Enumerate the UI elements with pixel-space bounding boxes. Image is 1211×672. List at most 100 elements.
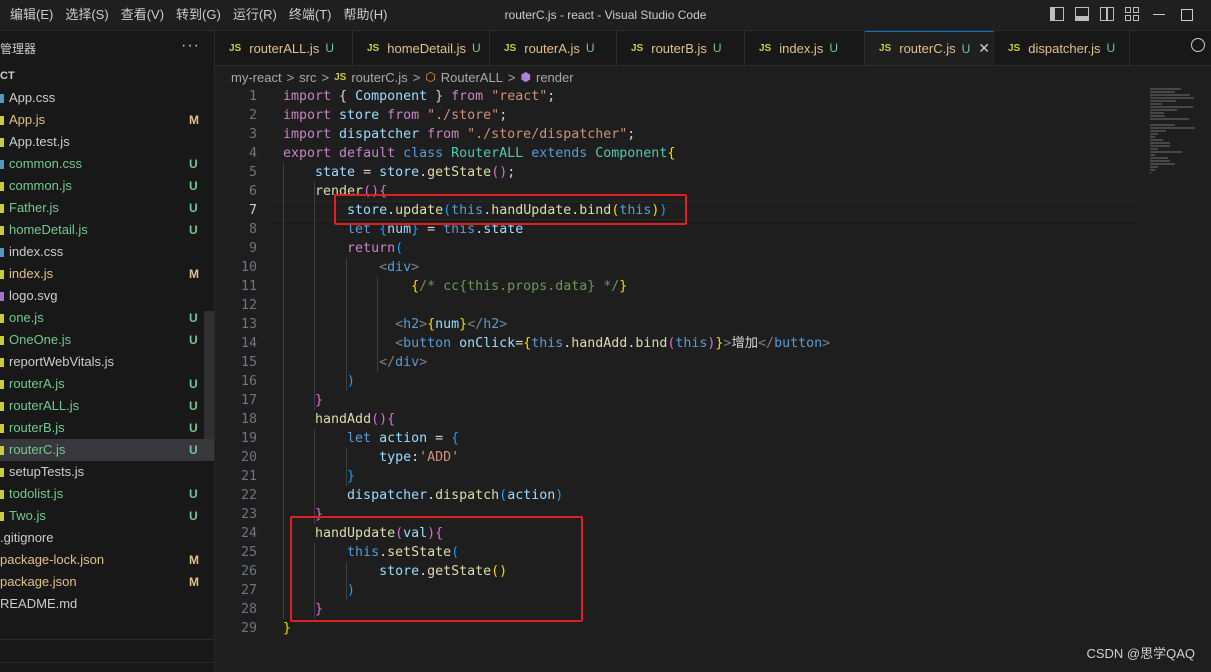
menu-item-3[interactable]: 转到(G) (170, 0, 227, 30)
sidebar-scrollbar[interactable] (204, 311, 214, 461)
toggle-panel-icon[interactable] (1075, 7, 1089, 21)
file-item[interactable]: homeDetail.js U (0, 219, 214, 241)
file-item[interactable]: App.css (0, 87, 214, 109)
file-item[interactable]: Two.js U (0, 505, 214, 527)
file-item[interactable]: App.test.js (0, 131, 214, 153)
indent-guide (346, 448, 347, 486)
tab-routerC-js[interactable]: JS routerC.js U ✕ (865, 31, 994, 65)
file-name: homeDetail.js (9, 222, 88, 237)
file-item[interactable]: routerALL.js U (0, 395, 214, 417)
js-file-icon (0, 138, 4, 147)
line-number: 14 (240, 336, 257, 351)
file-name: logo.svg (9, 288, 58, 303)
file-item[interactable]: index.js M (0, 263, 214, 285)
tab-dispatcher-js[interactable]: JS dispatcher.js U (994, 31, 1131, 65)
tab-homeDetail-js[interactable]: JS homeDetail.js U (353, 31, 490, 65)
file-item[interactable]: index.css (0, 241, 214, 263)
project-folder-label[interactable]: CT (0, 65, 214, 87)
js-file-icon (0, 226, 4, 235)
file-item[interactable]: routerC.js U (0, 439, 214, 461)
compare-changes-icon[interactable] (1191, 38, 1205, 52)
file-item[interactable]: todolist.js U (0, 483, 214, 505)
annotation-box-update-call (334, 194, 687, 225)
breadcrumb-item[interactable]: src (299, 70, 316, 85)
file-item[interactable]: .gitignore (0, 527, 214, 549)
tab-index-js[interactable]: JS index.js U (745, 31, 865, 65)
code-line: ) (347, 374, 356, 389)
file-item[interactable]: routerA.js U (0, 373, 214, 395)
line-number: 29 (240, 621, 257, 636)
file-name: setupTests.js (9, 464, 85, 479)
js-file-icon (0, 314, 4, 323)
breadcrumb-item[interactable]: render (536, 70, 574, 85)
toggle-primary-sidebar-icon[interactable] (1050, 7, 1064, 21)
svg-file-icon (0, 292, 4, 301)
minimap[interactable] (1150, 88, 1195, 174)
git-status-badge: U (189, 509, 198, 523)
js-file-icon: JS (1008, 42, 1021, 54)
file-name: App.js (9, 112, 46, 127)
menu-item-5[interactable]: 终端(T) (283, 0, 338, 30)
file-name: common.css (9, 156, 82, 171)
more-actions-icon[interactable]: ··· (181, 37, 200, 55)
git-status-badge: M (189, 267, 199, 281)
line-number: 19 (240, 431, 257, 446)
line-number: 21 (240, 469, 257, 484)
line-number: 12 (240, 298, 257, 313)
js-file-icon: JS (504, 42, 517, 54)
code-line: {/* cc{this.props.data} */} (411, 279, 628, 294)
line-number: 27 (240, 583, 257, 598)
file-item[interactable]: one.js U (0, 307, 214, 329)
file-item[interactable]: logo.svg (0, 285, 214, 307)
line-number: 22 (240, 488, 257, 503)
git-status-badge: U (189, 333, 198, 347)
js-file-icon (0, 116, 4, 125)
js-file-icon: JS (367, 42, 380, 54)
indent-guide (314, 429, 315, 524)
js-file-icon (0, 468, 4, 477)
toggle-secondary-sidebar-icon[interactable] (1100, 7, 1114, 21)
minimize-icon[interactable] (1153, 14, 1165, 15)
file-item[interactable]: setupTests.js (0, 461, 214, 483)
breadcrumb-item[interactable]: routerC.js (351, 70, 407, 85)
tab-label: routerALL.js (249, 40, 320, 56)
file-item[interactable]: README.md (0, 593, 214, 615)
menu-item-2[interactable]: 查看(V) (115, 0, 170, 30)
git-status-badge: M (189, 113, 199, 127)
menu-item-4[interactable]: 运行(R) (227, 0, 283, 30)
annotation-box-handupdate-method (290, 516, 583, 622)
js-file-icon: JS (631, 42, 644, 54)
file-item[interactable]: package-lock.json M (0, 549, 214, 571)
file-item[interactable]: package.json M (0, 571, 214, 593)
file-name: routerC.js (9, 442, 66, 457)
file-name: Two.js (9, 508, 46, 523)
js-file-icon (0, 490, 4, 499)
tab-label: index.js (779, 40, 824, 56)
tab-routerB-js[interactable]: JS routerB.js U (617, 31, 745, 65)
customize-layout-icon[interactable] (1125, 7, 1139, 21)
tab-routerA-js[interactable]: JS routerA.js U (490, 31, 617, 65)
indent-guide (346, 258, 347, 391)
menu-item-6[interactable]: 帮助(H) (337, 0, 393, 30)
maximize-icon[interactable] (1181, 9, 1193, 21)
tab-routerALL-js[interactable]: JS routerALL.js U (215, 31, 353, 65)
file-item[interactable]: reportWebVitals.js (0, 351, 214, 373)
line-number: 7 (248, 203, 257, 218)
menu-item-1[interactable]: 选择(S) (59, 0, 114, 30)
breadcrumb-item[interactable]: my-react (231, 70, 282, 85)
file-name: reportWebVitals.js (9, 354, 115, 369)
close-tab-icon[interactable]: ✕ (978, 40, 990, 57)
file-item[interactable]: common.css U (0, 153, 214, 175)
git-status-badge: U (189, 421, 198, 435)
tab-status-badge: U (472, 41, 481, 55)
menu-item-0[interactable]: 编辑(E) (4, 0, 59, 30)
tab-label: homeDetail.js (387, 40, 466, 56)
js-file-icon (0, 270, 4, 279)
file-item[interactable]: Father.js U (0, 197, 214, 219)
breadcrumb-item[interactable]: RouterALL (441, 70, 503, 85)
file-item[interactable]: App.js M (0, 109, 214, 131)
editor-tab-bar: JS routerALL.js U JS homeDetail.js U JS routerA… (215, 31, 1211, 66)
file-item[interactable]: common.js U (0, 175, 214, 197)
file-item[interactable]: routerB.js U (0, 417, 214, 439)
file-item[interactable]: OneOne.js U (0, 329, 214, 351)
